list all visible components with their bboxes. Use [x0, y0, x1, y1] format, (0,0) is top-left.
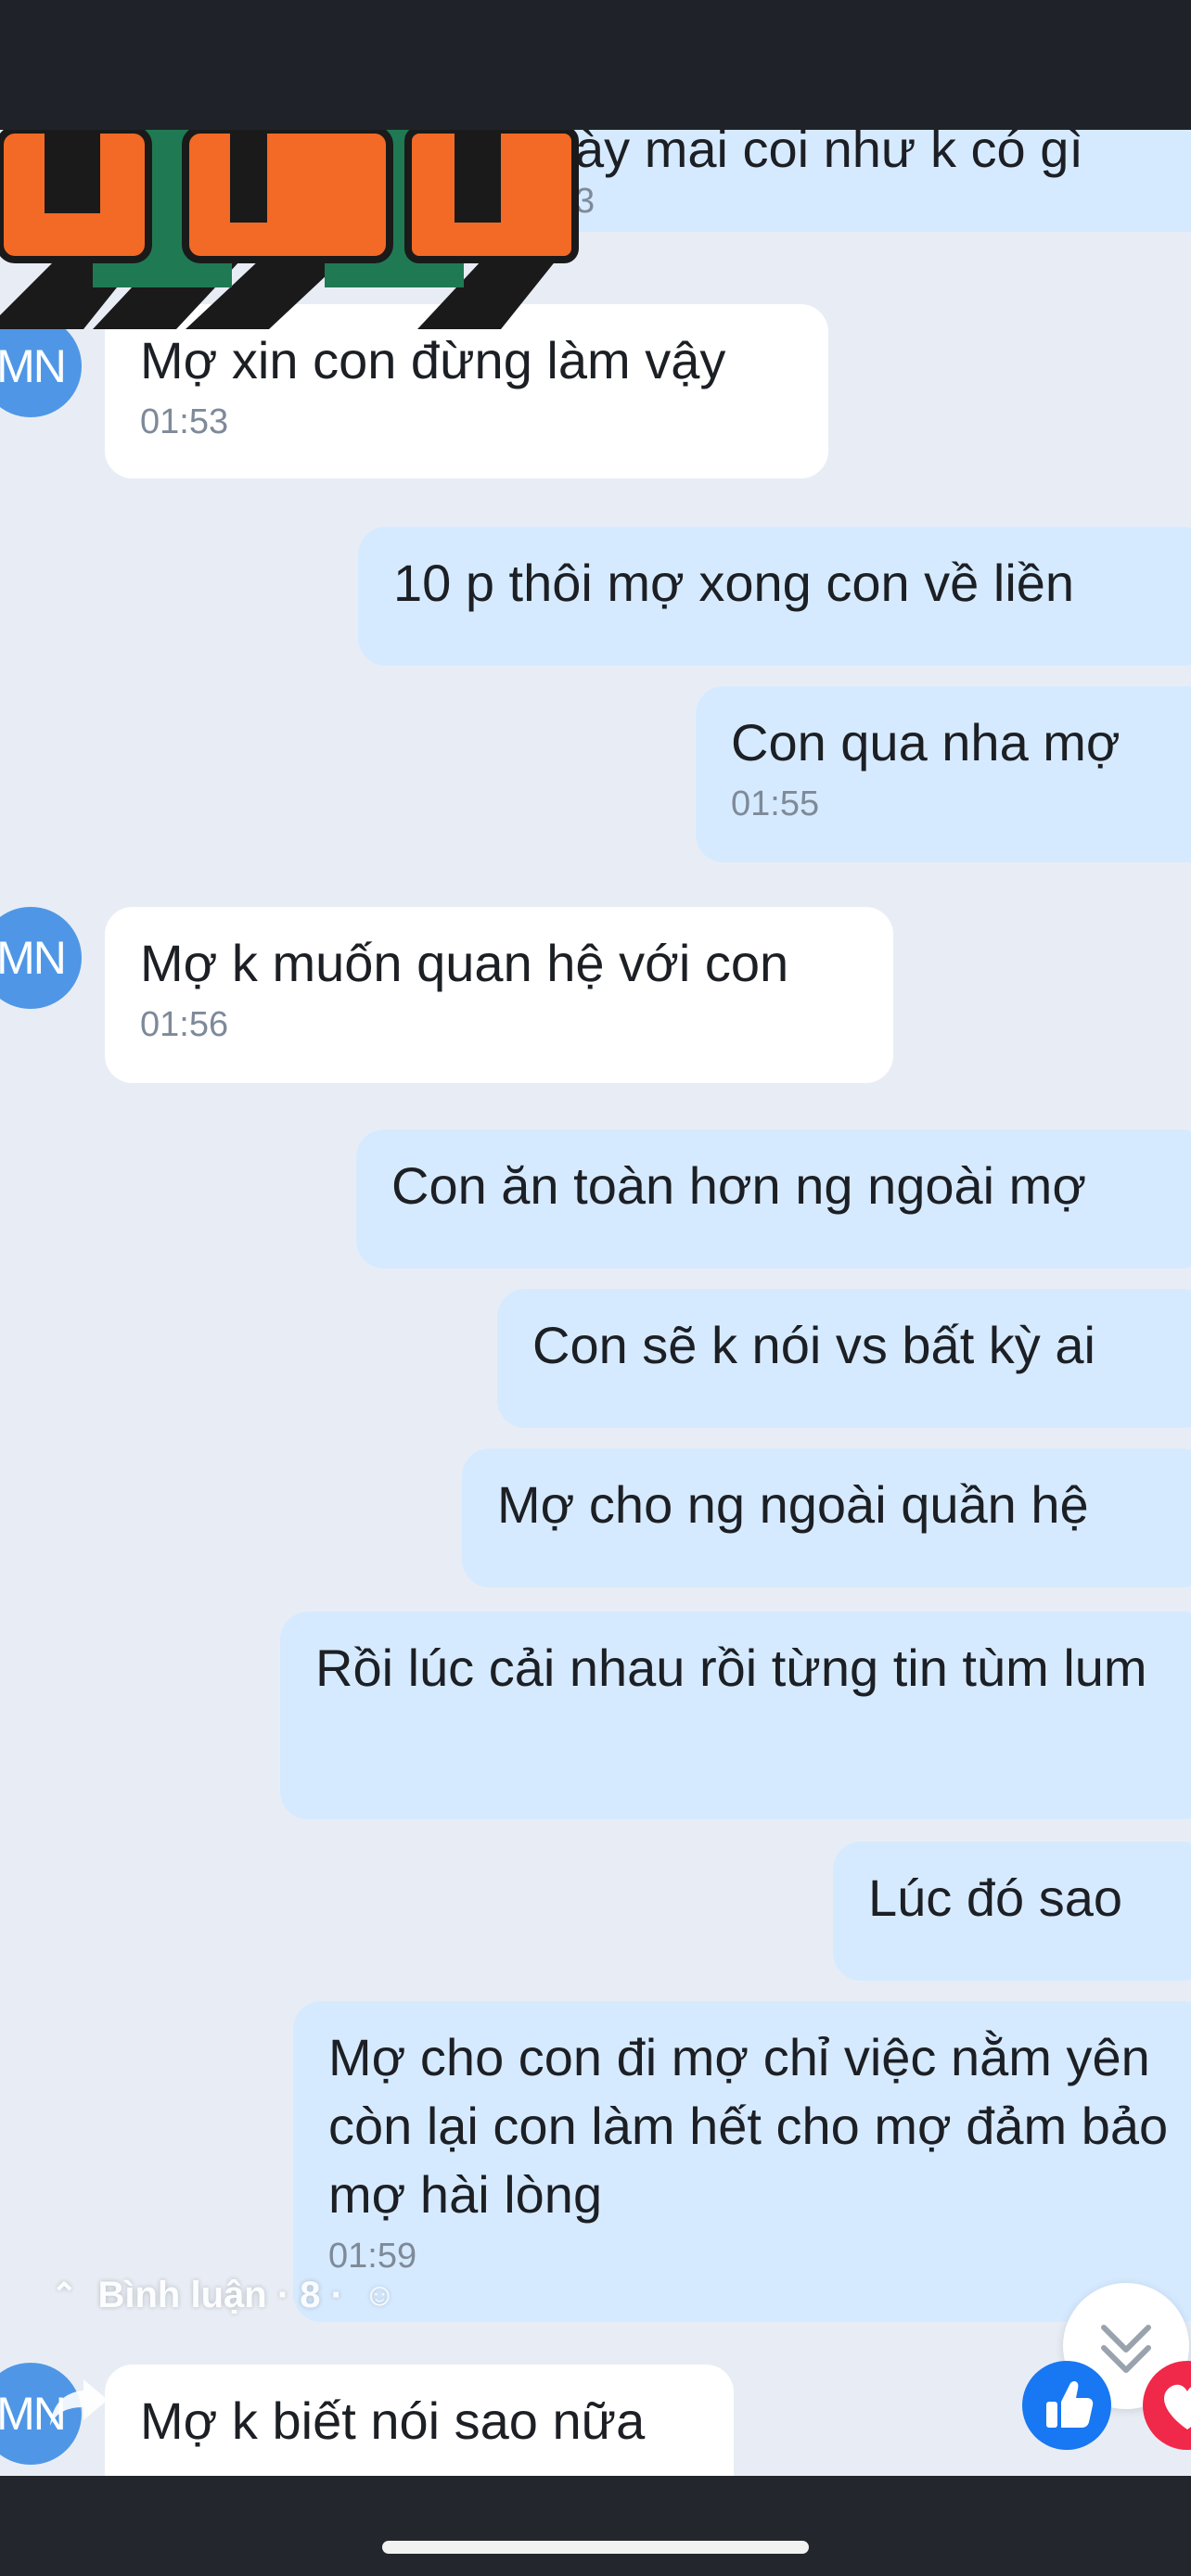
message-outgoing[interactable]: Con ăn toàn hơn ng ngoài mợ [356, 1129, 1191, 1269]
comments-toggle[interactable]: ⌃ Bình luận · 8 · ☺ [51, 2272, 396, 2318]
message-incoming[interactable]: Mợ k muốn quan hệ với con 01:56 [105, 907, 893, 1083]
message-incoming[interactable]: Mợ k biết nói sao nữa [105, 2365, 734, 2476]
thumbs-up-icon [1046, 2381, 1094, 2428]
message-outgoing[interactable]: Con sẽ k nói vs bất kỳ ai [497, 1289, 1191, 1428]
message-text: Mợ k biết nói sao nữa [140, 2391, 646, 2450]
message-time: 3 [575, 182, 596, 221]
message-outgoing[interactable]: Lúc đó sao [833, 1842, 1191, 1981]
message-outgoing[interactable]: Con qua nha mợ 01:55 [696, 686, 1191, 862]
share-arrow-icon[interactable] [46, 2374, 111, 2429]
avatar[interactable]: MN [0, 315, 82, 417]
message-text: Con sẽ k nói vs bất kỳ ai [532, 1316, 1095, 1374]
comments-label: Bình luận · 8 · [97, 2275, 343, 2315]
emoji-icon: ☺ [363, 2277, 396, 2313]
message-time: 01:56 [140, 1005, 229, 1044]
message-text: Lúc đó sao [868, 1868, 1122, 1927]
message-outgoing[interactable]: Rồi lúc cải nhau rồi từng tin tùm lum [280, 1612, 1191, 1819]
bottom-bar [0, 2476, 1191, 2576]
message-outgoing[interactable]: ày mai coi như k có gì 3 [519, 130, 1191, 232]
message-text: Mợ xin con đừng làm vậy [140, 331, 726, 389]
chevron-up-icon: ⌃ [51, 2277, 78, 2313]
message-text: Rồi lúc cải nhau rồi từng tin tùm lum [315, 1639, 1147, 1697]
message-outgoing[interactable]: 10 p thôi mợ xong con về liền [358, 527, 1191, 666]
message-text: Con qua nha mợ [731, 713, 1121, 772]
message-text: Mợ cho con đi mợ chỉ việc nằm yên còn lạ… [328, 2028, 1169, 2224]
message-text: ày mai coi như k có gì [575, 130, 1083, 178]
message-text: Mợ cho ng ngoài quần hệ [497, 1475, 1089, 1534]
heart-icon [1164, 2384, 1191, 2429]
like-button[interactable] [1022, 2361, 1111, 2450]
message-outgoing[interactable]: Mợ cho con đi mợ chỉ việc nằm yên còn lạ… [293, 2001, 1191, 2322]
message-outgoing[interactable]: Mợ cho ng ngoài quần hệ [462, 1448, 1191, 1588]
message-text: Mợ k muốn quan hệ với con [140, 934, 789, 992]
avatar[interactable]: MN [0, 907, 82, 1009]
love-button[interactable] [1143, 2361, 1191, 2450]
message-text: 10 p thôi mợ xong con về liền [393, 554, 1075, 612]
chat-thread[interactable]: ày mai coi như k có gì 3 MN Mợ xin con đ… [0, 130, 1191, 2476]
home-indicator[interactable] [382, 2541, 809, 2554]
message-time: 01:59 [328, 2237, 417, 2276]
message-incoming[interactable]: Mợ xin con đừng làm vậy 01:53 [105, 304, 828, 478]
message-time: 01:55 [731, 784, 820, 823]
status-bar [0, 0, 1191, 130]
sticker-graphic [0, 130, 579, 329]
message-text: Con ăn toàn hơn ng ngoài mợ [391, 1156, 1087, 1215]
message-time: 01:53 [140, 402, 229, 441]
